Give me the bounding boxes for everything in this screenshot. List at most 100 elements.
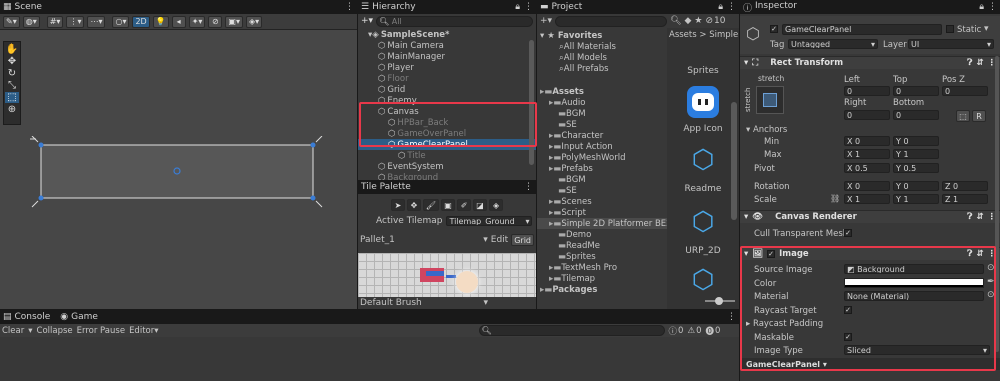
project-folder-item[interactable]: ▸▬ Character [537, 130, 667, 141]
pivot-y-field[interactable]: Y 0.5 [893, 163, 939, 173]
blueprint-mode-button[interactable]: ⬚ [956, 110, 970, 122]
brush-selector[interactable]: Default Brush [360, 298, 422, 308]
zoom-slider[interactable] [705, 297, 735, 305]
grid-snap-button[interactable]: #▾ [46, 15, 64, 28]
transform-icon[interactable]: ⊕ [8, 104, 16, 115]
more-menu-icon[interactable]: ⋮ [988, 2, 997, 12]
game-tab[interactable]: ◉ Game [60, 312, 98, 322]
min-x-field[interactable]: X 0 [844, 136, 890, 146]
asset-scrollbar[interactable] [731, 102, 737, 220]
increment-snap-button[interactable]: ⋮▾ [66, 15, 85, 28]
error-pause-button[interactable]: Error Pause [77, 326, 125, 336]
select-tool-icon[interactable]: ➤ [390, 199, 405, 211]
project-folder-item[interactable]: ▸▬ TextMesh Pro [537, 262, 667, 273]
add-object-button[interactable]: +▾ [361, 16, 373, 26]
posz-field[interactable]: 0 [942, 86, 988, 96]
rotation-z-field[interactable]: Z 0 [942, 181, 988, 191]
static-dropdown-icon[interactable]: ▾ [984, 24, 989, 34]
project-tab[interactable]: ▬ Project [540, 2, 582, 12]
pivot-x-field[interactable]: X 0.5 [844, 163, 890, 173]
anchors-foldout[interactable]: ▾ Anchors [746, 124, 787, 135]
cull-transparent-checkbox[interactable]: ✓ [844, 229, 852, 237]
asset-item[interactable]: ⬡ [667, 264, 739, 296]
move-tile-icon[interactable]: ✥ [406, 199, 421, 211]
scale-z-field[interactable]: Z 1 [942, 194, 988, 204]
hidden-packages-icon[interactable]: ⊘ 10 [706, 16, 726, 26]
mode-2d-button[interactable]: 2D [132, 15, 150, 28]
max-x-field[interactable]: X 1 [844, 149, 890, 159]
object-name-field[interactable]: GameClearPanel [782, 24, 942, 35]
project-folder-item[interactable]: ▸▬ Input Action [537, 141, 667, 152]
active-tilemap-dropdown[interactable]: Tilemap_Ground ▾ [446, 216, 533, 226]
asset-item[interactable]: App Icon [667, 86, 739, 134]
asset-item[interactable]: ⬡ URP_2D [667, 206, 739, 256]
editor-dropdown[interactable]: Editor▾ [129, 326, 158, 336]
hierarchy-item[interactable]: ⬡ MainManager [358, 51, 536, 62]
error-count-badge[interactable]: ⓿0 [705, 325, 720, 337]
hierarchy-tab[interactable]: ☰ Hierarchy [361, 2, 416, 12]
clear-button[interactable]: Clear [2, 326, 24, 336]
active-checkbox[interactable]: ✓ [770, 25, 778, 33]
lock-icon[interactable]: 🔒︎ [718, 2, 723, 12]
project-folder-item[interactable]: ▬ Sprites [537, 251, 667, 262]
help-icon[interactable]: ❓︎ [967, 212, 972, 222]
lighting-icon[interactable]: 💡 [152, 15, 169, 28]
picker-icon[interactable]: ✐ [457, 199, 472, 211]
search-by-label-icon[interactable]: ◆ [685, 16, 692, 26]
search-by-type-icon[interactable]: 🔍︎ [670, 16, 681, 26]
create-button[interactable]: +▾ [540, 16, 552, 26]
gizmo-globe-button[interactable]: ◍▾ [22, 15, 40, 28]
inspector-tab[interactable]: ⓘ Inspector [743, 1, 797, 14]
raw-edit-button[interactable]: R [972, 110, 986, 122]
rect-transform-header[interactable]: ▾ ⛶ Rect Transform ❓︎ ⇵ ⋮ [740, 56, 1000, 69]
clear-options-icon[interactable]: ▾ [28, 326, 32, 336]
scale-x-field[interactable]: X 1 [844, 194, 890, 204]
brush-icon[interactable]: 🖌︎ [422, 199, 440, 211]
camera-icon[interactable]: ▣▾ [225, 15, 243, 28]
tag-dropdown[interactable]: Untagged ▾ [788, 39, 878, 49]
anchor-preset-button[interactable] [756, 86, 784, 114]
rotation-x-field[interactable]: X 0 [844, 181, 890, 191]
tile-palette-tab[interactable]: Tile Palette [361, 182, 411, 192]
rotate-icon[interactable]: ↻ [8, 68, 16, 79]
max-y-field[interactable]: Y 1 [893, 149, 939, 159]
asset-item[interactable]: ⬡ Readme [667, 144, 739, 194]
edit-button[interactable]: Edit [491, 235, 508, 245]
project-search-input[interactable] [555, 15, 668, 27]
info-count-badge[interactable]: ⓘ 0 [669, 325, 684, 337]
favorite-item[interactable]: ⌕ All Prefabs [537, 63, 667, 74]
collapse-button[interactable]: Collapse [37, 326, 73, 336]
audio-icon[interactable]: ◂ [171, 15, 186, 28]
project-folder-item[interactable]: ▸▬ Scenes [537, 196, 667, 207]
presets-icon[interactable]: ⇵ [976, 212, 983, 222]
hidden-objects-icon[interactable]: ⊘ [208, 15, 223, 28]
palette-grid[interactable] [358, 253, 536, 297]
lock-icon[interactable]: 🔒︎ [515, 2, 520, 12]
presets-icon[interactable]: ⇵ [976, 58, 983, 68]
hierarchy-item[interactable]: ⬡ Player [358, 62, 536, 73]
draw-mode-button[interactable]: ✎▾ [3, 15, 20, 28]
link-icon[interactable]: ⛓︎ [830, 194, 840, 203]
hierarchy-item[interactable]: ⬡ Title [358, 150, 536, 161]
project-folder-item[interactable]: ▸▬ Assets [537, 86, 667, 97]
hierarchy-search-input[interactable]: 🔍︎ All [376, 15, 533, 27]
bottom-field[interactable]: 0 [893, 110, 939, 120]
favorite-item[interactable]: ⌕ All Models [537, 52, 667, 63]
project-folder-item[interactable]: ▬ SE [537, 119, 667, 130]
view-mode-button[interactable]: ○▾ [112, 15, 130, 28]
more-menu-icon[interactable]: ⋮ [524, 182, 533, 192]
layer-dropdown[interactable]: UI ▾ [908, 39, 994, 49]
project-folder-item[interactable]: ▸▬ Simple 2D Platformer BE2 [537, 218, 667, 229]
project-folder-item[interactable]: ▸▬ Tilemap [537, 273, 667, 284]
asset-item[interactable]: Sprites [667, 52, 739, 76]
left-field[interactable]: 0 [844, 86, 890, 96]
eraser-icon[interactable]: ◪ [473, 199, 488, 211]
scale-y-field[interactable]: Y 1 [893, 194, 939, 204]
project-breadcrumb[interactable]: Assets > Simple 2 [667, 28, 739, 42]
hierarchy-item[interactable]: ⬡ Grid [358, 84, 536, 95]
box-fill-icon[interactable]: ▣ [441, 199, 456, 211]
project-folder-item[interactable]: ▸▬ Packages [537, 284, 667, 295]
fill-bucket-icon[interactable]: ◈ [489, 199, 504, 211]
gizmos-icon[interactable]: ◈▾ [245, 15, 263, 28]
project-folder-item[interactable]: ▬ BGM [537, 174, 667, 185]
